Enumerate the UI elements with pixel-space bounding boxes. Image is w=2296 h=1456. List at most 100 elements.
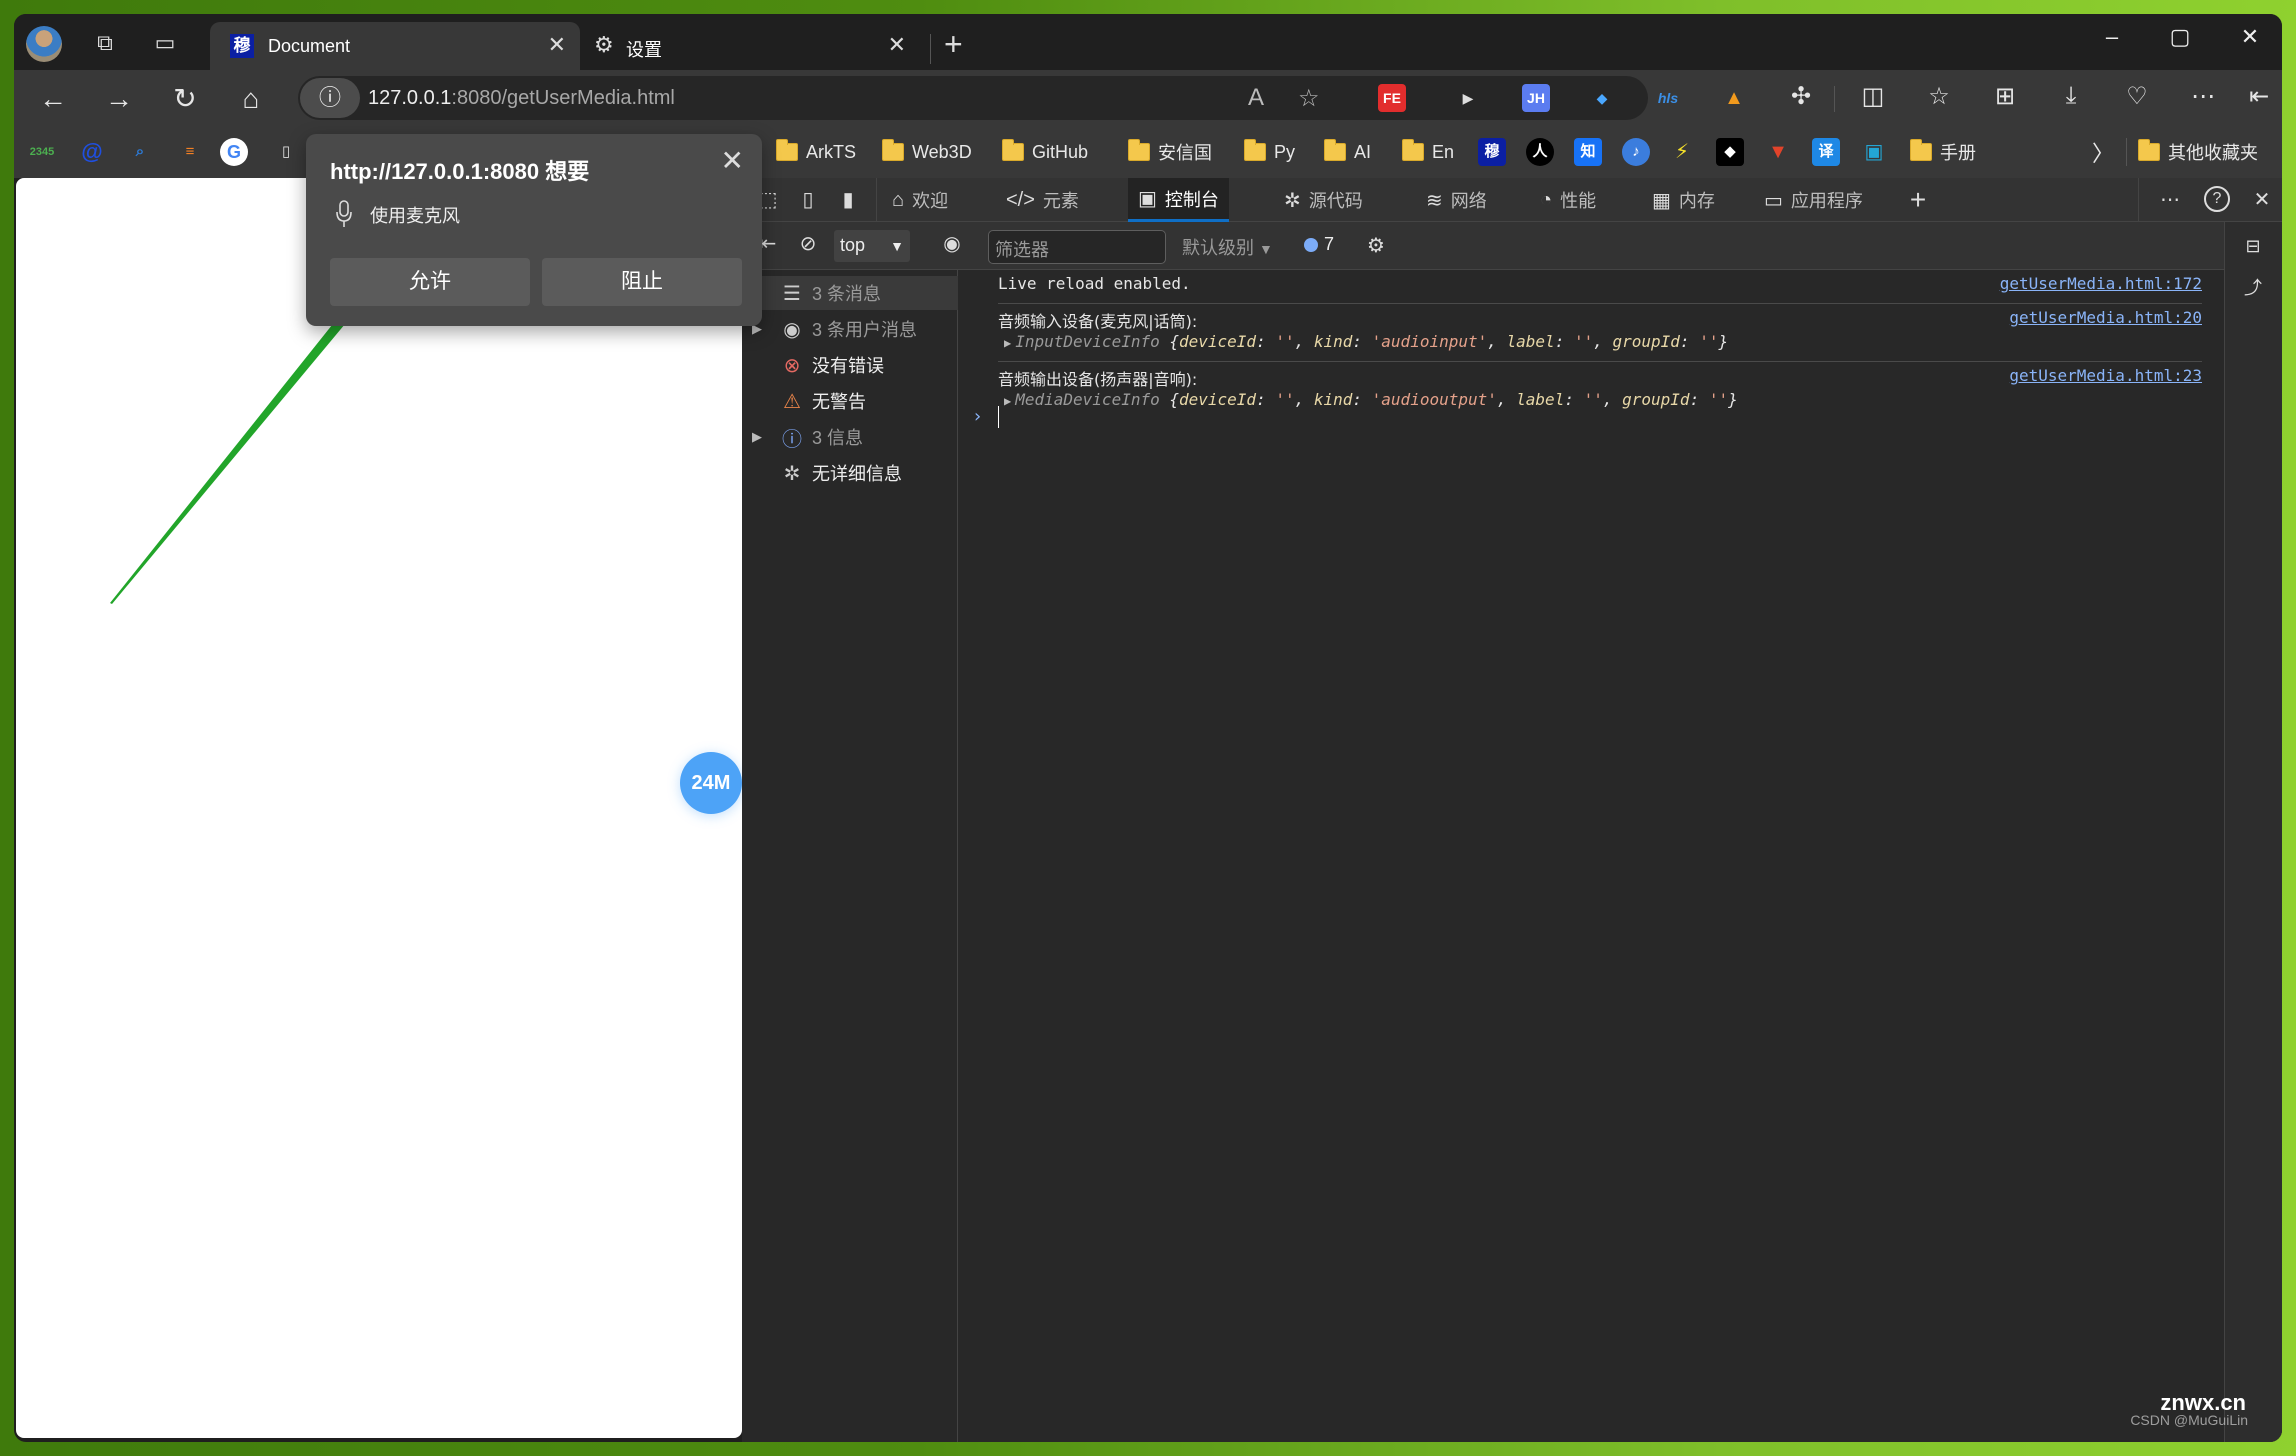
bookmark-translate-icon[interactable]: 译	[1812, 138, 1840, 166]
allow-button[interactable]: 允许	[330, 258, 530, 306]
panel-toggle-icon[interactable]: ⊟	[2239, 232, 2267, 260]
close-devtools-icon[interactable]: ✕	[2248, 186, 2276, 214]
home-icon[interactable]: ⌂	[234, 82, 268, 116]
collections-icon[interactable]: ⊞	[1988, 82, 2022, 111]
bookmark-folder-other[interactable]: 其他收藏夹	[2138, 138, 2258, 166]
devtools-tab-application[interactable]: ▭ 应用程序	[1754, 178, 1873, 222]
forward-icon[interactable]: →	[102, 82, 136, 116]
workspaces-icon[interactable]: ⧉	[90, 28, 120, 58]
bookmark-chat-icon[interactable]: ◆	[1716, 138, 1744, 166]
site-info-icon[interactable]: ⓘ	[300, 78, 360, 118]
tab-document[interactable]: 穆 Document ✕	[210, 22, 580, 70]
devtools-tab-memory[interactable]: ▦ 内存	[1642, 178, 1725, 222]
dock-side-icon[interactable]: ▮	[834, 186, 862, 214]
helmet-extension-icon[interactable]: ▲	[1720, 84, 1748, 112]
devtools-tab-console[interactable]: ▣ 控制台	[1128, 178, 1229, 222]
bookmarks-overflow-chevron-icon[interactable]: 〉	[2092, 138, 2114, 166]
devtools-tab-network[interactable]: ≋ 网络	[1416, 178, 1497, 222]
media-extension-icon[interactable]: ▶	[1454, 84, 1482, 112]
profile-avatar[interactable]	[26, 26, 62, 62]
maximize-button[interactable]: ▢	[2160, 24, 2200, 50]
bookmark-zhihu-icon[interactable]: 知	[1574, 138, 1602, 166]
more-menu-icon[interactable]: ⋯	[2186, 82, 2220, 111]
bookmark-at-icon[interactable]: @	[78, 138, 106, 166]
object-preview[interactable]: ▶ InputDeviceInfo {deviceId: '', kind: 'a…	[1004, 332, 1728, 351]
tab-settings[interactable]: ⚙ 设置 ✕	[580, 22, 920, 70]
minimize-button[interactable]: –	[2092, 24, 2132, 50]
bookmark-stackoverflow-icon[interactable]: ≡	[176, 138, 204, 166]
sidebar-item-user-messages[interactable]: ▶ ◉ 3 条用户消息	[742, 312, 958, 346]
bookmark-folder-github[interactable]: GitHub	[1002, 138, 1088, 166]
sidebar-item-info[interactable]: ▶ ⓘ 3 信息	[742, 420, 958, 454]
bookmark-folder-arkts[interactable]: ArkTS	[776, 138, 856, 166]
tab-close-icon[interactable]: ✕	[548, 32, 566, 58]
url-text[interactable]: 127.0.0.1:8080/getUserMedia.html	[368, 87, 675, 110]
bookmark-folder-anxinguo[interactable]: 安信国	[1128, 138, 1212, 166]
favorites-icon[interactable]: ☆	[1922, 82, 1956, 111]
vertical-tabs-icon[interactable]: ▭	[150, 28, 180, 58]
source-link[interactable]: getUserMedia.html:172	[2000, 274, 2202, 293]
bookmark-folder-web3d[interactable]: Web3D	[882, 138, 972, 166]
expand-triangle-icon[interactable]: ▶	[1004, 336, 1011, 350]
add-tool-button[interactable]: +	[1904, 186, 1932, 214]
favorite-star-icon[interactable]: ☆	[1298, 84, 1320, 113]
devtools-tab-performance[interactable]: ◔ 性能	[1530, 178, 1606, 222]
sidebar-toggle-icon[interactable]: ⇤	[2242, 82, 2276, 111]
sidebar-item-warnings[interactable]: ⚠ 无警告	[742, 384, 958, 418]
object-preview[interactable]: ▶ MediaDeviceInfo {deviceId: '', kind: 'a…	[1004, 390, 1738, 409]
devtools-tab-welcome[interactable]: ⌂ 欢迎	[882, 178, 958, 222]
pin-extension-icon[interactable]: ◆	[1588, 84, 1616, 112]
fe-helper-extension-icon[interactable]: FE	[1378, 84, 1406, 112]
device-emulation-icon[interactable]: ▯	[794, 186, 822, 214]
source-link[interactable]: getUserMedia.html:20	[2009, 308, 2202, 327]
tab-close-icon[interactable]: ✕	[888, 32, 906, 58]
bookmark-bilibili-icon[interactable]: ▣	[1860, 138, 1888, 166]
devtools-tab-sources[interactable]: ✲ 源代码	[1274, 178, 1373, 222]
sidebar-item-verbose[interactable]: ✲ 无详细信息	[742, 456, 958, 490]
refresh-icon[interactable]: ↻	[168, 82, 202, 116]
expand-triangle-icon[interactable]: ▶	[1004, 394, 1011, 408]
address-bar[interactable]: ⓘ 127.0.0.1:8080/getUserMedia.html A ☆	[298, 76, 1648, 120]
more-options-icon[interactable]: ⋯	[2156, 186, 2184, 214]
bookmark-folder-ai[interactable]: AI	[1324, 138, 1371, 166]
issues-counter[interactable]: 7	[1304, 234, 1334, 255]
browser-essentials-icon[interactable]: ♡	[2120, 82, 2154, 111]
permission-close-button[interactable]: ✕	[721, 144, 744, 177]
read-aloud-icon[interactable]: A	[1248, 84, 1264, 112]
clear-console-icon[interactable]: ⊘	[794, 230, 822, 258]
close-window-button[interactable]: ✕	[2230, 24, 2270, 50]
expand-triangle-icon[interactable]: ▶	[742, 429, 772, 445]
jh-extension-icon[interactable]: JH	[1522, 84, 1550, 112]
hls-extension-icon[interactable]: hls	[1654, 84, 1682, 112]
split-screen-icon[interactable]: ◫	[1856, 82, 1890, 111]
source-link[interactable]: getUserMedia.html:23	[2009, 366, 2202, 385]
bookmark-music-icon[interactable]: ♪	[1622, 138, 1650, 166]
sidebar-item-errors[interactable]: ⊗ 没有错误	[742, 348, 958, 382]
bookmark-lightning-icon[interactable]: ⚡	[1668, 138, 1696, 166]
block-button[interactable]: 阻止	[542, 258, 742, 306]
console-input-caret[interactable]	[998, 406, 999, 428]
console-output[interactable]: Live reload enabled. getUserMedia.html:1…	[958, 270, 2224, 1442]
sidebar-item-messages[interactable]: ▶ ☰ 3 条消息	[742, 276, 958, 310]
bookmark-mu-icon[interactable]: 穆	[1478, 138, 1506, 166]
bookmark-folder-py[interactable]: Py	[1244, 138, 1295, 166]
new-tab-button[interactable]: +	[944, 26, 963, 63]
help-icon[interactable]: ?	[2204, 186, 2230, 212]
bookmark-folder-en[interactable]: En	[1402, 138, 1454, 166]
context-selector[interactable]: top ▼	[834, 230, 910, 262]
bookmark-person-icon[interactable]: 人	[1526, 138, 1554, 166]
extensions-icon[interactable]: ✣	[1784, 82, 1818, 111]
bookmark-page-icon[interactable]: ▯	[272, 138, 300, 166]
memory-badge[interactable]: 24M	[680, 752, 742, 814]
back-icon[interactable]: ←	[36, 82, 70, 116]
log-level-dropdown[interactable]: 默认级别 ▼	[1182, 234, 1273, 260]
downloads-icon[interactable]: ⤓	[2054, 82, 2088, 110]
device-rotate-icon[interactable]: ⤴	[2239, 274, 2267, 302]
live-expression-eye-icon[interactable]: ◉	[938, 230, 966, 258]
console-settings-gear-icon[interactable]: ⚙	[1362, 232, 1390, 260]
devtools-tab-elements[interactable]: </> 元素	[996, 178, 1089, 222]
console-filter-input[interactable]: 筛选器	[988, 230, 1166, 264]
bookmark-folder-manual[interactable]: 手册	[1910, 138, 1976, 166]
bookmark-gitlab-icon[interactable]: ▼	[1764, 138, 1792, 166]
bookmark-google-icon[interactable]: G	[220, 138, 248, 166]
